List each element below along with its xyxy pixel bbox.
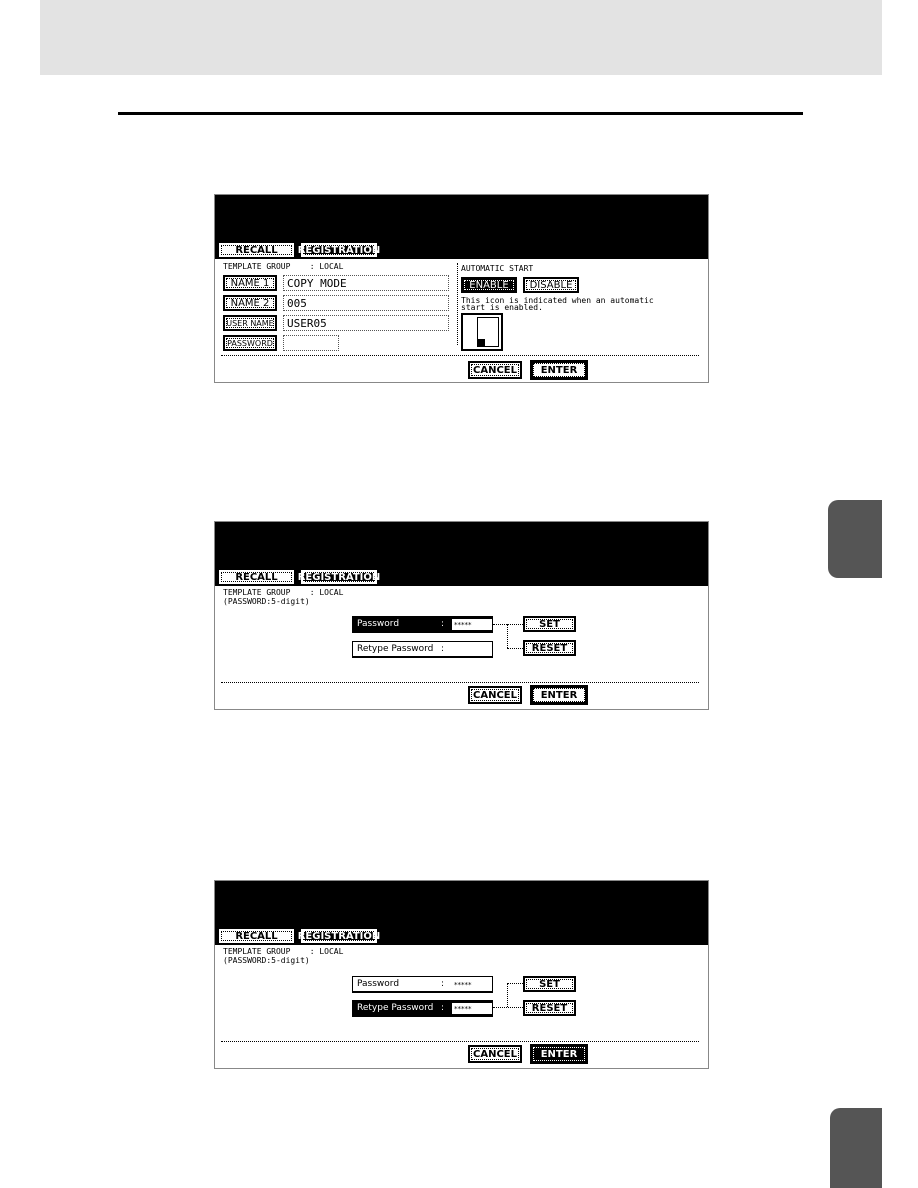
password-field[interactable]: Password : ***** <box>352 616 493 633</box>
retype-password-label: Retype Password <box>357 644 434 654</box>
connector-line <box>493 1007 523 1008</box>
registration-screen-retype: RECALL REGISTRATION TEMPLATE GROUP : LOC… <box>214 880 709 1069</box>
template-group-label: TEMPLATE GROUP : LOCAL (PASSWORD:5-digit… <box>223 588 344 606</box>
cancel-button[interactable]: CANCEL <box>468 686 522 704</box>
set-button[interactable]: SET <box>523 616 576 632</box>
password-label: Password <box>357 979 400 989</box>
user-name-field[interactable]: USER05 <box>283 315 449 331</box>
password-field[interactable]: Password : ***** <box>352 976 493 993</box>
disable-button[interactable]: DISABLE <box>523 277 579 293</box>
set-button[interactable]: SET <box>523 976 576 992</box>
chapter-tab <box>828 500 882 578</box>
colon: : <box>441 1003 445 1013</box>
cancel-button[interactable]: CANCEL <box>468 361 522 379</box>
auto-start-note: This icon is indicated when an automatic… <box>461 296 654 312</box>
retype-password-value: ***** <box>452 1003 492 1014</box>
tab-recall[interactable]: RECALL <box>219 929 294 943</box>
header-band <box>40 0 882 75</box>
enter-button[interactable]: ENTER <box>530 360 588 380</box>
name1-button[interactable]: NAME 1 <box>223 275 277 291</box>
name1-field[interactable]: COPY MODE <box>283 275 449 291</box>
reset-button[interactable]: RESET <box>523 1000 576 1016</box>
enter-button[interactable]: ENTER <box>530 1044 588 1064</box>
auto-start-icon <box>461 313 503 351</box>
password-button[interactable]: PASSWORD <box>223 335 277 351</box>
connector-line <box>507 983 523 984</box>
name2-button[interactable]: NAME 2 <box>223 295 277 311</box>
name2-field[interactable]: 005 <box>283 295 449 311</box>
divider <box>221 355 699 356</box>
password-value: ***** <box>452 619 492 630</box>
reset-button[interactable]: RESET <box>523 640 576 656</box>
template-group-label: TEMPLATE GROUP : LOCAL (PASSWORD:5-digit… <box>223 947 344 965</box>
auto-start-label: AUTOMATIC START <box>461 264 534 273</box>
connector-line <box>493 624 523 625</box>
divider <box>457 263 458 345</box>
password-label: Password <box>357 619 400 629</box>
retype-password-label: Retype Password <box>357 1003 434 1013</box>
tab-recall[interactable]: RECALL <box>219 570 294 584</box>
enable-button[interactable]: ENABLE <box>461 277 517 293</box>
connector-line <box>507 648 523 649</box>
retype-password-field[interactable]: Retype Password : ***** <box>352 1000 493 1017</box>
tab-registration[interactable]: REGISTRATION <box>298 570 380 584</box>
manual-page: RECALL REGISTRATION TEMPLATE GROUP : LOC… <box>0 0 918 1188</box>
colon: : <box>441 619 445 629</box>
tab-registration[interactable]: REGISTRATION <box>298 243 380 257</box>
page-number-box <box>830 1108 882 1188</box>
colon: : <box>441 644 445 654</box>
cancel-button[interactable]: CANCEL <box>468 1045 522 1063</box>
divider <box>221 1041 699 1042</box>
connector-line <box>507 624 508 648</box>
registration-screen-password: RECALL REGISTRATION TEMPLATE GROUP : LOC… <box>214 521 709 710</box>
section-rule <box>118 112 803 115</box>
retype-password-field[interactable]: Retype Password : <box>352 641 493 658</box>
tab-recall[interactable]: RECALL <box>219 243 294 257</box>
registration-screen-names: RECALL REGISTRATION TEMPLATE GROUP : LOC… <box>214 194 709 383</box>
retype-password-value <box>452 644 492 655</box>
tab-registration[interactable]: REGISTRATION <box>298 929 380 943</box>
password-field[interactable] <box>283 335 339 351</box>
enter-button[interactable]: ENTER <box>530 685 588 705</box>
template-group-label: TEMPLATE GROUP : LOCAL <box>223 262 344 271</box>
colon: : <box>441 979 445 989</box>
password-value: ***** <box>454 980 472 989</box>
user-name-button[interactable]: USER NAME <box>223 315 277 331</box>
connector-line <box>507 983 508 1007</box>
divider <box>221 682 699 683</box>
